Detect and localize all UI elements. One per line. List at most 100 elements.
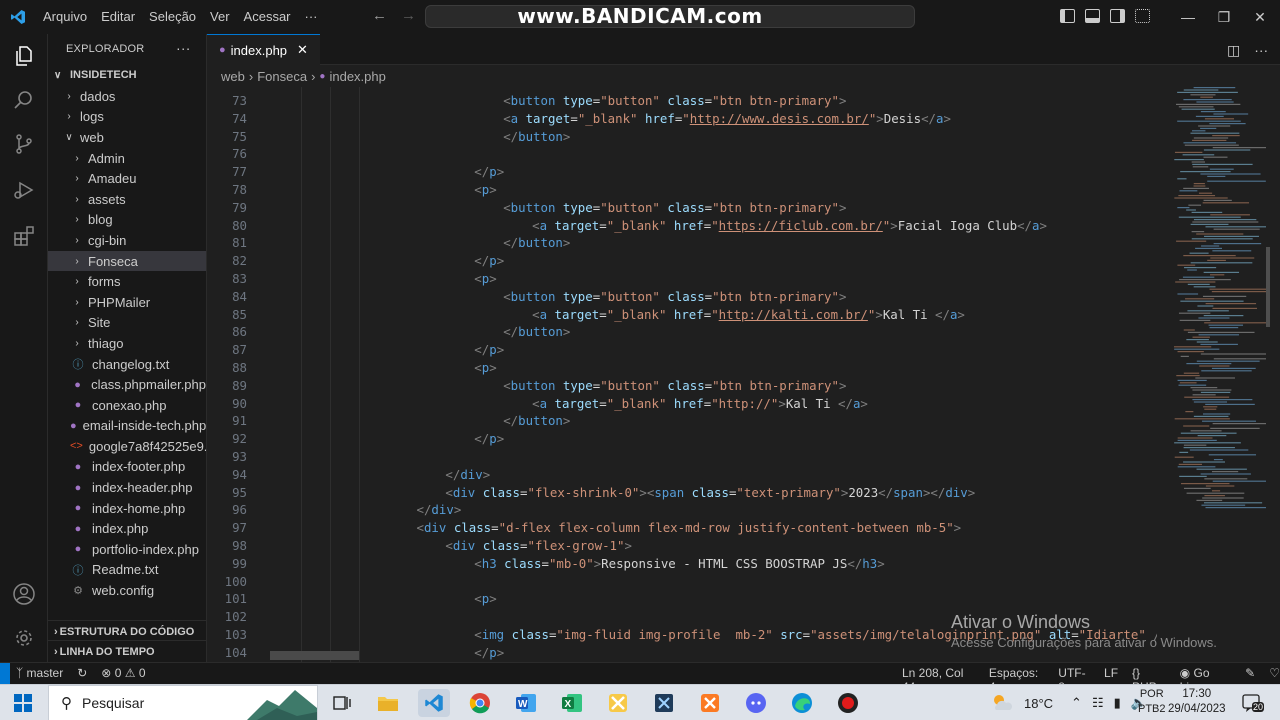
- discord-icon[interactable]: [740, 689, 772, 717]
- file-explorer-icon[interactable]: [372, 689, 404, 717]
- windows-start-icon[interactable]: [14, 694, 32, 712]
- extensions-icon[interactable]: [12, 224, 36, 248]
- remote-indicator[interactable]: [0, 663, 10, 685]
- edge-icon[interactable]: [786, 689, 818, 717]
- folder-item[interactable]: › forms: [48, 271, 206, 292]
- folder-item[interactable]: ∨ web: [48, 127, 206, 148]
- breadcrumb-fonseca[interactable]: Fonseca: [257, 69, 307, 84]
- chrome-icon[interactable]: [464, 689, 496, 717]
- horizontal-scrollbar[interactable]: [270, 651, 359, 660]
- vscode-taskbar-icon[interactable]: [418, 689, 450, 717]
- folder-item[interactable]: › Admin: [48, 148, 206, 169]
- file-item[interactable]: ● class.phpmailer.php: [48, 374, 206, 395]
- back-arrow-icon[interactable]: ←: [372, 7, 387, 24]
- folder-item[interactable]: › assets: [48, 189, 206, 210]
- chevron-up-icon[interactable]: ⌃: [1071, 695, 1082, 711]
- folder-item[interactable]: › Fonseca: [48, 250, 206, 272]
- line-number: 97: [232, 520, 247, 536]
- search-icon[interactable]: [12, 88, 36, 112]
- file-item[interactable]: ● email-inside-tech.php: [48, 416, 206, 437]
- run-debug-icon[interactable]: [12, 178, 36, 202]
- file-item[interactable]: ● index-home.php: [48, 498, 206, 519]
- folder-item[interactable]: › thiago: [48, 333, 206, 354]
- xampp-icon[interactable]: [648, 689, 680, 717]
- xampp-orange-icon[interactable]: [694, 689, 726, 717]
- file-item[interactable]: ● conexao.php: [48, 395, 206, 416]
- explorer-more-icon[interactable]: ···: [176, 40, 191, 56]
- line-number: 93: [232, 449, 247, 464]
- line-number: 83: [232, 271, 247, 286]
- file-item[interactable]: ● portfolio-index.php: [48, 539, 206, 560]
- breadcrumb-web[interactable]: web: [221, 69, 245, 84]
- file-item[interactable]: ● index-footer.php: [48, 457, 206, 478]
- vertical-scrollbar-thumb[interactable]: [1266, 247, 1270, 327]
- source-control-icon[interactable]: [12, 132, 36, 156]
- minimap-line: [1177, 293, 1199, 295]
- word-icon[interactable]: W: [510, 689, 542, 717]
- accounts-icon[interactable]: [12, 582, 36, 606]
- outline-section[interactable]: › ESTRUTURA DO CÓDIGO: [48, 620, 206, 642]
- folder-item[interactable]: › cgi-bin: [48, 230, 206, 251]
- forward-arrow-icon[interactable]: →: [401, 7, 416, 24]
- folder-item[interactable]: › logs: [48, 107, 206, 128]
- bandicam-record-icon[interactable]: [832, 689, 864, 717]
- task-view-icon[interactable]: [326, 689, 358, 717]
- weather-icon[interactable]: [990, 692, 1014, 715]
- customize-layout-icon[interactable]: [1135, 9, 1150, 23]
- snipping-tool-icon[interactable]: [602, 689, 634, 717]
- menu-editar[interactable]: Editar: [94, 0, 142, 34]
- keyboard-language[interactable]: POR PTB2: [1138, 687, 1166, 717]
- tab-index-php[interactable]: ● index.php ✕: [207, 34, 320, 65]
- folder-item[interactable]: › Site: [48, 313, 206, 334]
- file-item[interactable]: ⚙ web.config: [48, 580, 206, 601]
- problems-status[interactable]: ⊗ 0 ⚠ 0: [101, 666, 145, 680]
- toggle-panel-icon[interactable]: [1085, 9, 1100, 23]
- minimap-line: [1178, 384, 1207, 386]
- breadcrumb-file[interactable]: index.php: [329, 69, 385, 84]
- file-item[interactable]: ⓘ changelog.txt: [48, 354, 206, 375]
- file-item[interactable]: <> google7a8f42525e9...: [48, 436, 206, 457]
- folder-item[interactable]: › Amadeu: [48, 168, 206, 189]
- folder-item[interactable]: › dados: [48, 86, 206, 107]
- folder-item[interactable]: › PHPMailer: [48, 292, 206, 313]
- explorer-icon[interactable]: [12, 44, 36, 68]
- close-window-icon[interactable]: ✕: [1242, 0, 1278, 34]
- menu-more[interactable]: ···: [298, 0, 325, 34]
- toggle-secondary-sidebar-icon[interactable]: [1110, 9, 1125, 23]
- minimize-icon[interactable]: —: [1170, 0, 1206, 34]
- file-item[interactable]: ⓘ Readme.txt: [48, 560, 206, 581]
- restore-icon[interactable]: ❐: [1206, 0, 1242, 34]
- close-tab-icon[interactable]: ✕: [297, 42, 308, 58]
- sync-icon[interactable]: ↻: [77, 666, 87, 680]
- php-file-icon: ●: [74, 399, 82, 412]
- temperature[interactable]: 18°C: [1024, 696, 1053, 711]
- split-editor-icon[interactable]: ◫: [1227, 42, 1240, 59]
- notification-center-icon[interactable]: 20: [1242, 693, 1268, 713]
- code-editor[interactable]: 73 <button type="button" class="btn btn-p…: [207, 87, 1157, 662]
- taskbar-clock[interactable]: 17:30 29/04/2023: [1168, 687, 1226, 717]
- file-item[interactable]: ● index.php: [48, 518, 206, 539]
- activation-line2: Acesse Configurações para ativar o Windo…: [951, 635, 1217, 650]
- menu-ver[interactable]: Ver: [203, 0, 237, 34]
- minimap[interactable]: [1160, 87, 1270, 662]
- menu-acessar[interactable]: Acessar: [237, 0, 298, 34]
- timeline-section[interactable]: › LINHA DO TEMPO: [48, 640, 206, 662]
- manage-gear-icon[interactable]: [12, 626, 36, 650]
- network-icon[interactable]: ☷: [1092, 695, 1104, 711]
- minimap-line: [1176, 375, 1200, 377]
- excel-icon[interactable]: X: [556, 689, 588, 717]
- minimap-line: [1193, 401, 1228, 403]
- toggle-sidebar-icon[interactable]: [1060, 9, 1075, 23]
- workspace-root[interactable]: ∨ INSIDETECH: [48, 64, 206, 86]
- battery-icon[interactable]: ▮: [1114, 695, 1121, 711]
- menu-arquivo[interactable]: Arquivo: [36, 0, 94, 34]
- menu-selecao[interactable]: Seleção: [142, 0, 203, 34]
- php-file-icon: ●: [74, 481, 82, 494]
- file-item[interactable]: ● index-header.php: [48, 477, 206, 498]
- minimap-line: [1208, 324, 1244, 326]
- branch-status[interactable]: ᛉ master: [16, 666, 63, 680]
- taskbar-search[interactable]: ⚲ Pesquisar: [48, 685, 318, 720]
- minimap-line: [1205, 303, 1257, 305]
- folder-item[interactable]: › blog: [48, 210, 206, 231]
- more-actions-icon[interactable]: ···: [1254, 42, 1268, 59]
